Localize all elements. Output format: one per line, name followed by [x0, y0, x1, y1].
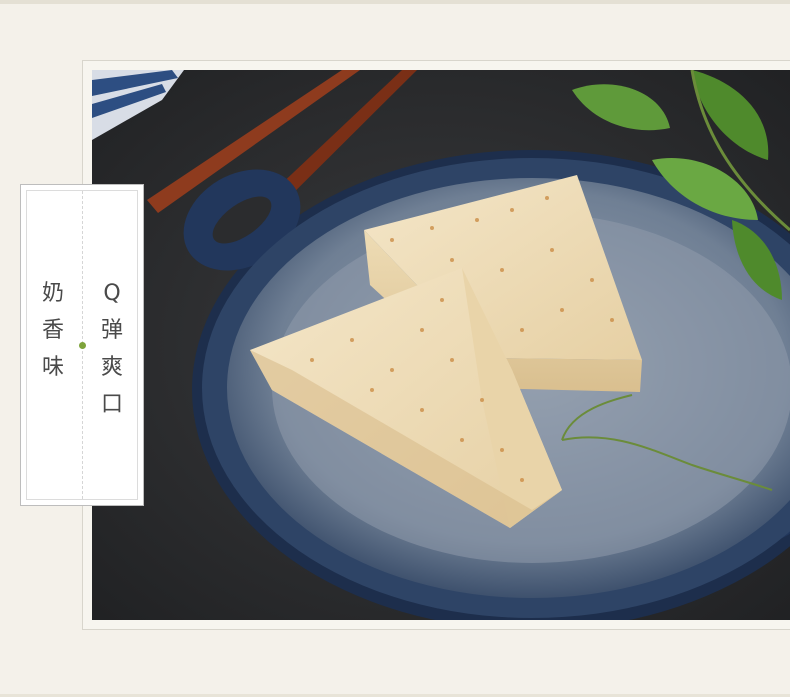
- paper-edge-top: [0, 0, 790, 4]
- label-char: 味: [41, 355, 64, 380]
- label-right-column: Q 弹 爽 口: [97, 275, 127, 423]
- feature-label-card: 奶 香 味 Q 弹 爽 口: [20, 184, 144, 506]
- label-char: 口: [100, 392, 123, 417]
- label-char: 香: [41, 318, 64, 343]
- label-char: 爽: [100, 355, 123, 380]
- product-photo: [92, 70, 790, 620]
- label-char: Q: [103, 281, 121, 306]
- green-dot: [79, 342, 86, 349]
- label-left-column: 奶 香 味: [38, 275, 68, 386]
- label-char: 奶: [41, 281, 64, 306]
- label-char: 弹: [100, 318, 123, 343]
